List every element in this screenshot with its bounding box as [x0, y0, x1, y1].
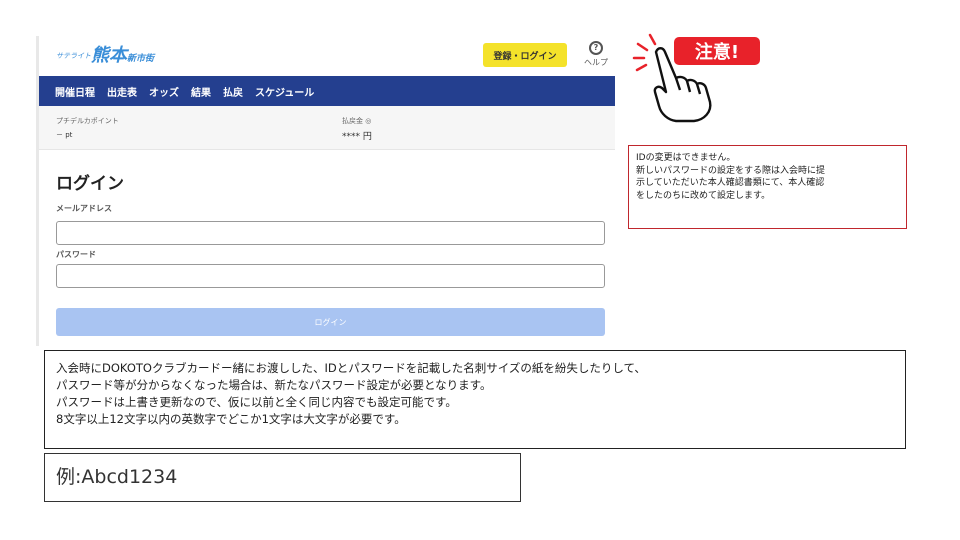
nav-item-results[interactable]: 結果 [191, 84, 211, 99]
password-field[interactable] [56, 264, 605, 288]
main-nav: 開催日程 出走表 オッズ 結果 払戻 スケジュール [39, 76, 615, 106]
nav-item-race-card[interactable]: 出走表 [107, 84, 137, 99]
notice-line: 新しいパスワードの設定をする際は入会時に提 [636, 165, 826, 176]
help-icon: ? [589, 41, 603, 55]
explanation-line: パスワードは上書き更新なので、仮に以前と全く同じ内容でも設定可能です。 [56, 395, 457, 409]
points-value: － pt [56, 131, 73, 139]
explanation-line: 入会時にDOKOTOクラブカードー緒にお渡しした、IDとパスワードを記載した名刺… [56, 361, 646, 375]
refund-label[interactable]: 払戻金 ◎ [342, 116, 371, 126]
login-title: ログイン [56, 174, 124, 194]
explanation-box: 入会時にDOKOTOクラブカードー緒にお渡しした、IDとパスワードを記載した名刺… [44, 350, 906, 449]
points-panel: プチデルカポイント － pt 払戻金 ◎ **** 円 [39, 106, 615, 150]
nav-item-payouts[interactable]: 払戻 [223, 84, 243, 99]
notice-line: をしたのちに改めて設定します。 [636, 190, 771, 201]
caution-illustration: 注意! [632, 33, 760, 123]
nav-item-schedule-dates[interactable]: 開催日程 [55, 84, 95, 99]
password-label: パスワード [56, 250, 96, 259]
burst-lines [632, 33, 657, 72]
nav-item-odds[interactable]: オッズ [149, 84, 179, 99]
caution-text: 注意! [695, 41, 739, 63]
points-label: プチデルカポイント [56, 117, 119, 125]
nav-item-schedule[interactable]: スケジュール [255, 84, 314, 99]
app-header: サテライト熊本新市街 登録・ログイン ? ヘルプ [39, 36, 615, 76]
notice-box: IDの変更はできません。 新しいパスワードの設定をする際は入会時に提 示していた… [628, 145, 907, 229]
refund-value: **** 円 [342, 132, 372, 142]
help-button[interactable]: ? ヘルプ [576, 41, 615, 71]
notice-line: IDの変更はできません。 [636, 153, 736, 163]
email-label: メールアドレス [56, 204, 112, 213]
help-label: ヘルプ [584, 58, 608, 67]
logo: サテライト熊本新市街 [56, 45, 155, 66]
register-login-button[interactable]: 登録・ログイン [483, 43, 567, 67]
email-field[interactable] [56, 221, 605, 245]
explanation-line: パスワード等が分からなくなった場合は、新たなパスワード設定が必要となります。 [56, 378, 492, 392]
login-screenshot: サテライト熊本新市街 登録・ログイン ? ヘルプ 開催日程 出走表 オッズ 結果… [36, 36, 615, 346]
login-button[interactable]: ログイン [56, 308, 605, 336]
example-box: 例:Abcd1234 [44, 453, 521, 502]
notice-line: 示していただいた本人確認書類にて、本人確認 [636, 178, 825, 188]
explanation-line: 8文字以上12文字以内の英数字でどこか1文字は大文字が必要です。 [56, 412, 406, 426]
